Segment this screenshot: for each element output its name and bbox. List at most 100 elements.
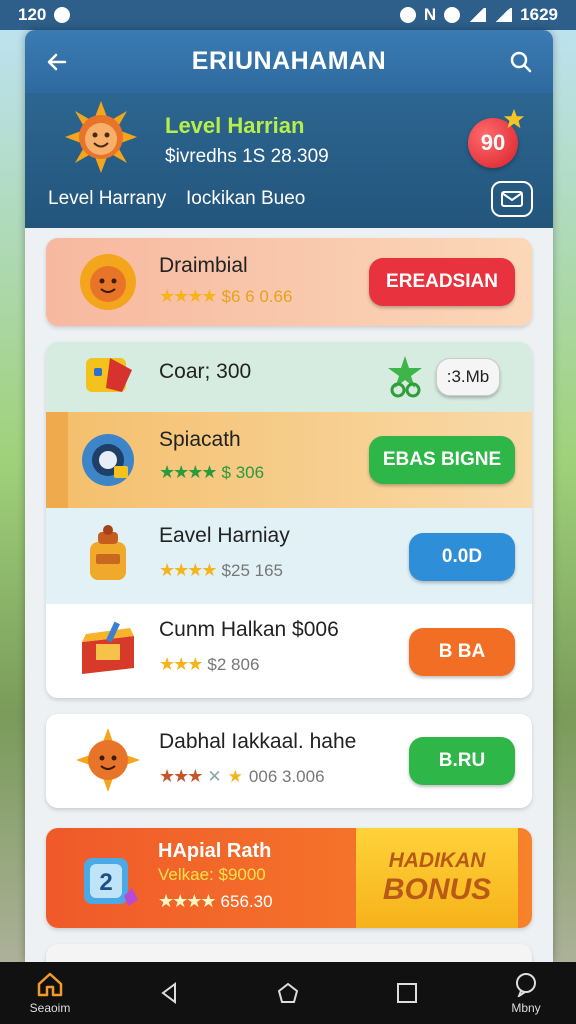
list-item[interactable]: Dabhal Iakkaal. hahe ★★★ ✕ ★ 006 3.006 B… [46, 714, 532, 808]
item-meta: ★★★★ $ 306 [159, 462, 264, 483]
svg-text:2: 2 [99, 869, 112, 896]
nav-more[interactable]: Mbny [496, 971, 556, 1015]
item-meta: ★★★ $2 806 [159, 654, 259, 675]
rating-stars: ★★★★ [159, 560, 218, 580]
recents-square-icon [397, 983, 417, 1003]
list-item[interactable]: Draimbial ★★★★ $6 6 0.66 EREADSIAN [46, 238, 532, 326]
item-meta: ★★★★ $6 6 0.66 [159, 286, 292, 307]
sun-mascot-icon [80, 254, 136, 310]
bonus-card[interactable]: 2 HApial Rath Velkae: $9000 ★★★★ 656.30 … [46, 828, 532, 928]
rating-stars: ★★★ [159, 766, 203, 786]
star-icon: ★ [227, 766, 243, 786]
gear-orb-icon [82, 434, 134, 486]
status-clock: 1629 [520, 5, 558, 24]
back-triangle-icon [161, 982, 176, 1004]
home-icon [37, 972, 63, 997]
bonus-label-bottom: BONUS [382, 873, 492, 906]
nav-more-label: Mbny [511, 1001, 541, 1015]
green-star-icon [388, 356, 422, 398]
item-price: $2 806 [207, 654, 260, 674]
hadikan-bonus-button[interactable]: HADIKAN BONUS [356, 828, 518, 928]
search-icon [510, 51, 532, 72]
action-button-label: EREADSIAN [386, 271, 498, 292]
signal-icon [494, 8, 513, 22]
action-button[interactable]: EREADSIAN [369, 258, 515, 306]
action-button-label: 0.0D [441, 546, 483, 567]
toy-box-icon [82, 621, 134, 674]
item-price: $6 6 0.66 [221, 286, 293, 306]
nav-recents[interactable] [377, 981, 437, 1005]
nav-home[interactable]: Seaoim [20, 971, 80, 1015]
list-item[interactable]: Spiacath ★★★★ $ 306 EBAS BIGNE [46, 412, 532, 508]
treasure-pot-icon [90, 525, 126, 580]
action-button[interactable]: EBAS BIGNE [369, 436, 515, 484]
list-item[interactable]: Coar; 300 :3.Mb [46, 342, 532, 412]
home-pentagon-icon [277, 982, 299, 1003]
status-bar: 120 N 1629 [0, 0, 576, 30]
locked-label: Iockikan Bueo [186, 188, 306, 209]
back-arrow-icon [47, 53, 67, 70]
item-title: Draimbial [159, 254, 248, 277]
status-time: 120 [18, 5, 47, 24]
size-tag-label: :3.Mb [446, 367, 490, 386]
search-button[interactable] [503, 44, 539, 80]
action-button[interactable]: B.RU [409, 737, 515, 785]
level-banner: Level Harrian $ivredhs 1S 28.309 Level H… [25, 93, 553, 228]
bonus-price: 656.30 [220, 891, 273, 911]
list-item[interactable]: Eavel Harniay ★★★★ $25 165 0.0D [46, 508, 532, 604]
app-notification-icon [399, 7, 416, 23]
app-window: ERIUNAHAMAN Level Harrian $ivredhs 1S 28… [25, 30, 553, 962]
discount-badge-label: 90 [480, 130, 506, 155]
app-bar: ERIUNAHAMAN [25, 30, 553, 93]
item-price: 006 3.006 [248, 766, 325, 786]
bonus-meta: ★★★★ 656.30 [158, 891, 273, 912]
list-item[interactable]: Cunm Halkan $006 ★★★ $2 806 B BA [46, 604, 532, 698]
nav-home-label: Seaoim [29, 1001, 71, 1015]
alarm-icon [444, 7, 461, 23]
rating-stars: ★★★★ [159, 286, 218, 306]
item-meta: ★★★ ✕ ★ 006 3.006 [159, 766, 325, 787]
action-button-label: B BA [438, 641, 486, 662]
bonus-label-top: HADIKAN [388, 849, 486, 872]
item-price: $25 165 [221, 560, 283, 580]
item-title: Eavel Harniay [159, 524, 290, 547]
rating-stars: ★★★★ [159, 462, 218, 482]
action-button[interactable]: B BA [409, 628, 515, 676]
sparkle-icon: ✕ [207, 766, 222, 786]
offer-group: Coar; 300 :3.Mb Spiacath ★★★★ $ 306 EBAS… [46, 342, 532, 698]
sun-mascot-icon [76, 728, 140, 792]
level-label: Level Harrany [48, 188, 167, 209]
action-button-label: EBAS BIGNE [382, 449, 502, 470]
size-tag[interactable]: :3.Mb [436, 358, 500, 396]
mail-button[interactable] [491, 181, 533, 217]
carrier-label: N [423, 5, 437, 24]
bonus-subtitle: Velkae: $9000 [158, 865, 266, 884]
rating-stars: ★★★ [159, 654, 203, 674]
item-price: $ 306 [221, 462, 265, 482]
blocks-icon [86, 358, 132, 392]
item-title: Cunm Halkan $006 [159, 618, 339, 641]
list-item[interactable] [46, 944, 532, 962]
mail-icon [501, 191, 523, 207]
sun-mascot-icon [65, 101, 137, 173]
item-title: Coar; 300 [159, 360, 252, 383]
level-title: Level Harrian [165, 113, 305, 138]
chat-bubble-icon [516, 973, 536, 997]
action-button[interactable]: 0.0D [409, 533, 515, 581]
nav-home-system[interactable] [258, 981, 318, 1005]
bonus-title: HApial Rath [158, 840, 272, 862]
app-title: ERIUNAHAMAN [191, 47, 387, 75]
action-button-label: B.RU [438, 750, 486, 771]
item-title: Spiacath [159, 428, 241, 451]
item-title: Dabhal Iakkaal. hahe [159, 730, 357, 753]
item-meta: ★★★★ $25 165 [159, 560, 283, 581]
star-icon [503, 108, 525, 129]
back-button[interactable] [39, 44, 75, 80]
gift-cup-icon: 2 [84, 858, 138, 906]
bottom-nav: Seaoim Mbny [0, 962, 576, 1024]
notification-icon [54, 7, 71, 23]
nav-back[interactable] [139, 981, 199, 1005]
level-subtitle: $ivredhs 1S 28.309 [165, 146, 329, 167]
rating-stars: ★★★★ [158, 891, 217, 911]
wifi-icon [468, 8, 487, 22]
